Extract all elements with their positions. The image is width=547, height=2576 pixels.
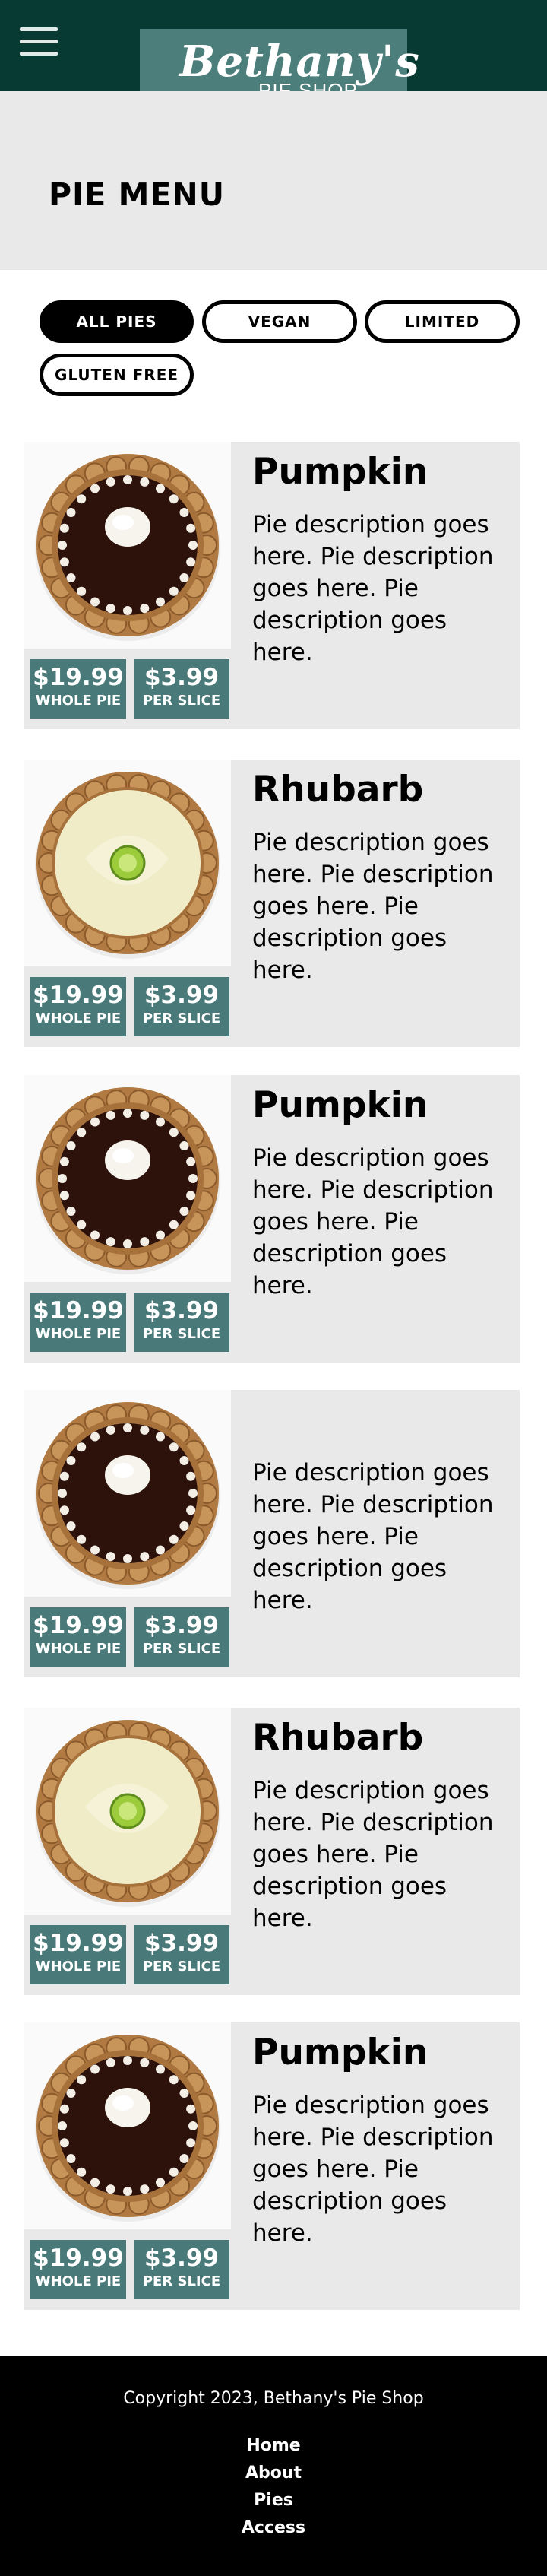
whole-pie-price-amount: $19.99	[33, 1297, 124, 1324]
whole-pie-price-amount: $19.99	[33, 1930, 124, 1957]
filter-limited[interactable]: LIMITED	[365, 300, 520, 343]
whole-pie-price: $19.99 WHOLE PIE	[30, 1607, 126, 1667]
per-slice-price: $3.99 PER SLICE	[134, 2240, 229, 2299]
per-slice-price-amount: $3.99	[144, 982, 220, 1009]
per-slice-price: $3.99 PER SLICE	[134, 1607, 229, 1667]
chocolate-pie-image[interactable]	[24, 1075, 231, 1282]
per-slice-price-amount: $3.99	[144, 1930, 220, 1957]
footer-link-about[interactable]: About	[0, 2463, 547, 2482]
whole-pie-price: $19.99 WHOLE PIE	[30, 2240, 126, 2299]
whole-pie-price: $19.99 WHOLE PIE	[30, 659, 126, 719]
per-slice-price-amount: $3.99	[144, 2244, 220, 2272]
per-slice-price-label: PER SLICE	[142, 693, 221, 709]
pie-card[interactable]: Pumpkin Pie description goes here. Pie d…	[24, 442, 520, 729]
whole-pie-price-label: WHOLE PIE	[35, 693, 122, 709]
filter-bar: ALL PIES VEGAN LIMITED GLUTEN FREE	[0, 270, 547, 445]
per-slice-price-label: PER SLICE	[142, 2273, 221, 2289]
pie-description: Pie description goes here. Pie descripti…	[252, 511, 494, 666]
site-header: Bethany's PIE SHOP	[0, 0, 547, 114]
whole-pie-price-label: WHOLE PIE	[35, 1641, 122, 1657]
pie-card[interactable]: Rhubarb Pie description goes here. Pie d…	[24, 760, 520, 1047]
per-slice-price-label: PER SLICE	[142, 1641, 221, 1657]
per-slice-price: $3.99 PER SLICE	[134, 1925, 229, 1984]
chocolate-pie-image[interactable]	[24, 442, 231, 649]
page-title: PIE MENU	[49, 176, 225, 213]
whole-pie-price-label: WHOLE PIE	[35, 1010, 122, 1026]
whole-pie-price: $19.99 WHOLE PIE	[30, 1293, 126, 1352]
site-footer: Copyright 2023, Bethany's Pie Shop Home …	[0, 2356, 547, 2576]
pie-description: Pie description goes here. Pie descripti…	[252, 2092, 494, 2247]
footer-link-access[interactable]: Access	[0, 2518, 547, 2537]
pie-name: Pumpkin	[252, 2032, 428, 2073]
filter-vegan[interactable]: VEGAN	[202, 300, 357, 343]
per-slice-price: $3.99 PER SLICE	[134, 659, 229, 719]
page-title-band: PIE MENU	[0, 91, 547, 270]
pie-description: Pie description goes here. Pie descripti…	[252, 1459, 494, 1614]
copyright-text: Copyright 2023, Bethany's Pie Shop	[123, 2389, 424, 2408]
per-slice-price-amount: $3.99	[144, 664, 220, 691]
per-slice-price-amount: $3.99	[144, 1612, 220, 1639]
chocolate-pie-image[interactable]	[24, 2022, 231, 2229]
per-slice-price: $3.99 PER SLICE	[134, 1293, 229, 1352]
hamburger-menu-icon[interactable]	[20, 27, 58, 61]
whole-pie-price: $19.99 WHOLE PIE	[30, 1925, 126, 1984]
per-slice-price: $3.99 PER SLICE	[134, 977, 229, 1036]
per-slice-price-label: PER SLICE	[142, 1326, 221, 1342]
pie-card[interactable]: Pumpkin Pie description goes here. Pie d…	[24, 2022, 520, 2310]
chocolate-pie-image[interactable]	[24, 1390, 231, 1597]
filter-gluten-free[interactable]: GLUTEN FREE	[40, 354, 194, 396]
filter-all-pies[interactable]: ALL PIES	[40, 300, 194, 343]
whole-pie-price-amount: $19.99	[33, 1612, 124, 1639]
whole-pie-price-label: WHOLE PIE	[35, 1326, 122, 1342]
whole-pie-price-amount: $19.99	[33, 2244, 124, 2272]
whole-pie-price-amount: $19.99	[33, 982, 124, 1009]
pie-name: Rhubarb	[252, 1717, 424, 1759]
pie-card[interactable]: Pumpkin Pie description goes here. Pie d…	[24, 1075, 520, 1363]
key-lime-pie-image[interactable]	[24, 1708, 231, 1915]
key-lime-pie-image[interactable]	[24, 760, 231, 966]
pie-description: Pie description goes here. Pie descripti…	[252, 1777, 494, 1932]
pie-description: Pie description goes here. Pie descripti…	[252, 1144, 494, 1299]
pie-card[interactable]: Rhubarb Pie description goes here. Pie d…	[24, 1708, 520, 1995]
pie-card[interactable]: Pie description goes here. Pie descripti…	[24, 1390, 520, 1677]
whole-pie-price-amount: $19.99	[33, 664, 124, 691]
whole-pie-price-label: WHOLE PIE	[35, 2273, 122, 2289]
whole-pie-price: $19.99 WHOLE PIE	[30, 977, 126, 1036]
per-slice-price-label: PER SLICE	[142, 1010, 221, 1026]
pie-description: Pie description goes here. Pie descripti…	[252, 829, 494, 984]
pie-name: Pumpkin	[252, 1084, 428, 1126]
pie-name: Rhubarb	[252, 769, 424, 811]
pie-name: Pumpkin	[252, 451, 428, 493]
footer-link-home[interactable]: Home	[0, 2436, 547, 2455]
per-slice-price-amount: $3.99	[144, 1297, 220, 1324]
per-slice-price-label: PER SLICE	[142, 1959, 221, 1975]
whole-pie-price-label: WHOLE PIE	[35, 1959, 122, 1975]
footer-link-pies[interactable]: Pies	[0, 2491, 547, 2510]
